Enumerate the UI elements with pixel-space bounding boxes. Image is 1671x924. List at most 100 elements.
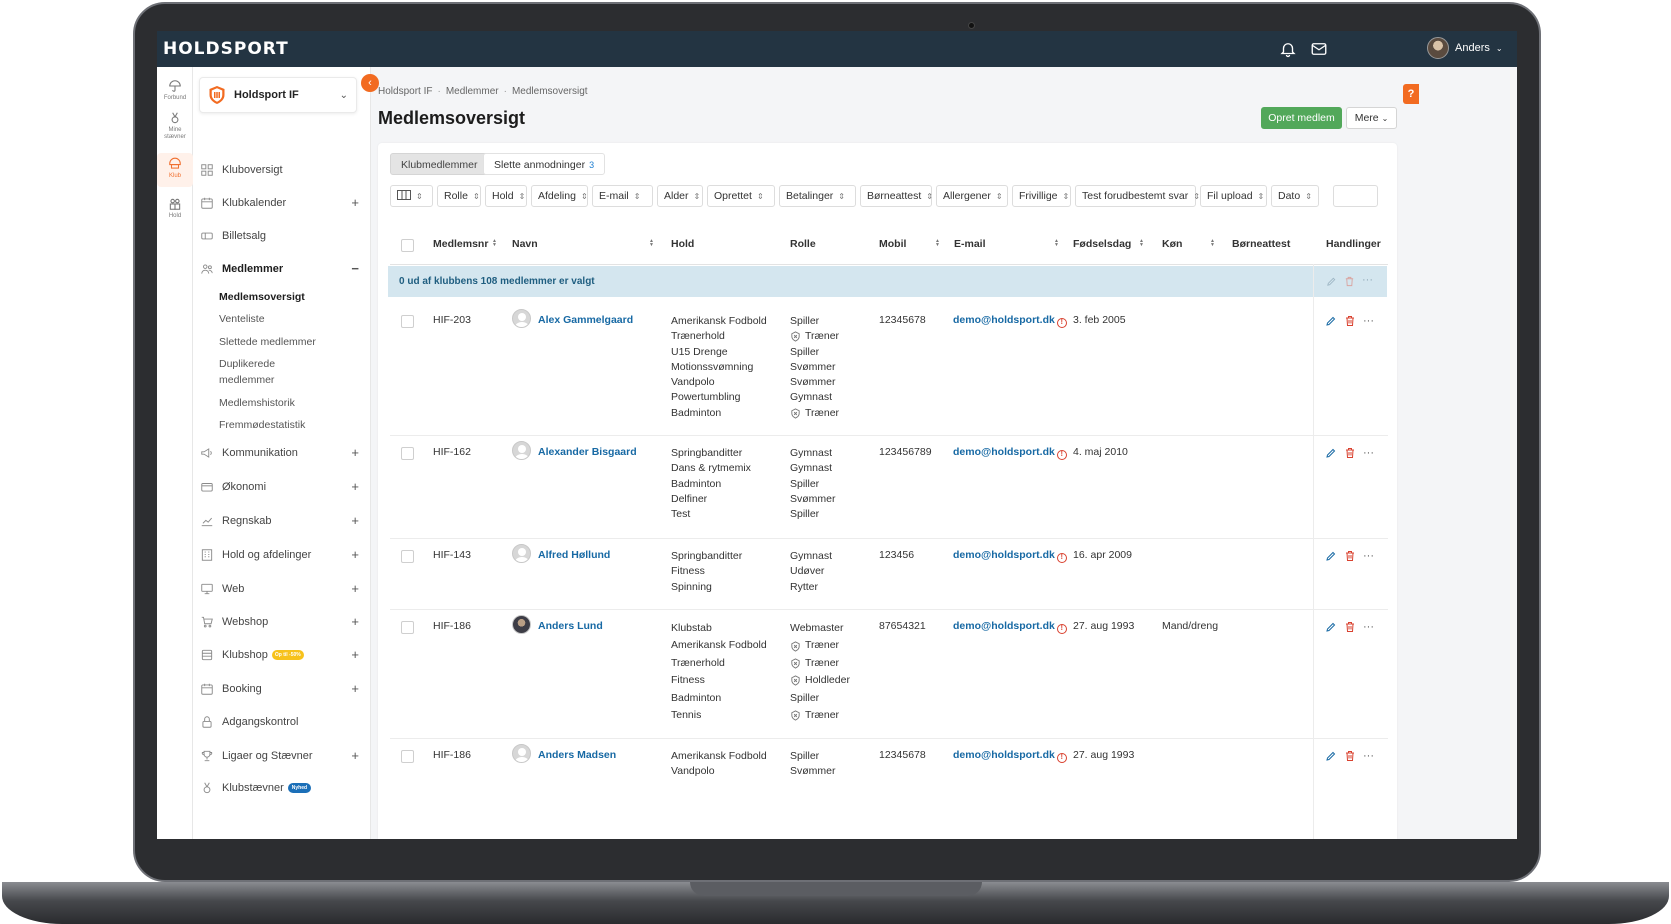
breadcrumb-item[interactable]: Holdsport IF [378,86,432,97]
expand-icon[interactable]: + [351,513,359,528]
email-link[interactable]: demo@holdsport.dk [953,749,1055,761]
member-name-link[interactable]: Alexander Bisgaard [538,446,637,458]
column-header-medlemsnr[interactable]: Medlemsnr [433,238,488,250]
trash-icon[interactable] [1344,750,1356,762]
sidebar-item-hold-og-afdelinger[interactable]: Hold og afdelinger + [193,544,371,566]
sidebar-item-økonomi[interactable]: Økonomi + [193,476,371,498]
rail-item-hold[interactable]: Hold [157,197,193,220]
email-link[interactable]: demo@holdsport.dk [953,620,1055,632]
sidebar-collapse-button[interactable]: ‹ [361,74,379,92]
row-checkbox[interactable] [401,447,414,460]
filter-frivillige[interactable]: Frivillige ⇕ [1012,185,1071,207]
member-email[interactable]: demo@holdsport.dk! [953,314,1067,328]
sub-item-medlemshistorik[interactable]: Medlemshistorik [219,395,295,411]
pencil-icon[interactable] [1325,550,1337,562]
sidebar-item-kluboversigt[interactable]: Kluboversigt [193,159,371,181]
app-logo[interactable]: HOLDSPORT [163,39,289,59]
more-button[interactable]: Mere ⌄ [1346,107,1397,129]
member-email[interactable]: demo@holdsport.dk! [953,749,1067,763]
sort-icon[interactable]: ▲ ▼ [649,239,654,248]
sub-item-duplikerede[interactable]: Duplikerede medlemmer [219,356,275,388]
create-member-button[interactable]: Opret medlem [1261,107,1342,129]
expand-icon[interactable]: + [351,614,359,629]
email-link[interactable]: demo@holdsport.dk [953,446,1055,458]
column-header-hold[interactable]: Hold [671,238,694,250]
more-dots-icon[interactable]: ··· [1363,551,1374,562]
pencil-icon[interactable] [1325,447,1337,459]
row-checkbox[interactable] [401,750,414,763]
sort-icon[interactable]: ▲ ▼ [1054,239,1059,248]
column-header-e-mail[interactable]: E-mail [954,238,986,250]
column-toggle-button[interactable]: ⇕ [390,185,433,207]
more-dots-icon[interactable]: ··· [1363,448,1374,459]
filter-allergener[interactable]: Allergener ⇕ [936,185,1008,207]
column-header-køn[interactable]: Køn [1162,238,1182,250]
member-email[interactable]: demo@holdsport.dk! [953,549,1067,563]
sidebar-item-ligaer-og-stævner[interactable]: Ligaer og Stævner + [193,745,371,767]
sort-icon[interactable]: ▲ ▼ [1210,239,1215,248]
row-checkbox[interactable] [401,621,414,634]
sort-icon[interactable]: ▲ ▼ [1139,239,1144,248]
email-link[interactable]: demo@holdsport.dk [953,549,1055,561]
expand-icon[interactable]: + [351,748,359,763]
filter-e-mail[interactable]: E-mail ⇕ [592,185,653,207]
sidebar-item-klubstævner[interactable]: Klubstævner Nyhed [193,777,371,799]
member-name-link[interactable]: Alex Gammelgaard [538,314,633,326]
sidebar-item-medlemmer[interactable]: Medlemmer − [193,258,371,280]
more-dots-icon[interactable]: ··· [1363,622,1374,633]
column-header-børneattest[interactable]: Børneattest [1232,238,1290,250]
sidebar-item-billetsalg[interactable]: Billetsalg [193,225,371,247]
sub-item-venteliste[interactable]: Venteliste [219,311,265,327]
filter-børneattest[interactable]: Børneattest ⇕ [860,185,933,207]
pencil-icon[interactable] [1325,315,1337,327]
filter-oprettet[interactable]: Oprettet ⇕ [707,185,775,207]
sidebar-item-webshop[interactable]: Webshop + [193,611,371,633]
sidebar-item-klubshop[interactable]: Klubshop Op til -50% + [193,644,371,666]
filter-dato[interactable]: Dato ⇕ [1271,185,1319,207]
member-name-link[interactable]: Anders Lund [538,620,603,632]
sidebar-item-booking[interactable]: Booking + [193,678,371,700]
column-header-handlinger[interactable]: Handlinger [1326,238,1381,250]
sub-item-medlemsoversigt[interactable]: Medlemsoversigt [219,289,305,305]
expand-icon[interactable]: + [351,479,359,494]
email-link[interactable]: demo@holdsport.dk [953,314,1055,326]
sort-icon[interactable]: ▲ ▼ [492,239,497,248]
trash-icon[interactable] [1344,550,1356,562]
filter-alder[interactable]: Alder ⇕ [657,185,703,207]
sidebar-item-adgangskontrol[interactable]: Adgangskontrol [193,711,371,733]
trash-icon[interactable] [1344,447,1356,459]
filter-hold[interactable]: Hold ⇕ [485,185,527,207]
filter-test-forudbestemt-svar[interactable]: Test forudbestemt svar ⇕ [1075,185,1200,207]
filter-betalinger[interactable]: Betalinger ⇕ [779,185,856,207]
expand-icon[interactable]: + [351,547,359,562]
expand-icon[interactable]: + [351,647,359,662]
mail-icon[interactable] [1310,40,1328,58]
pencil-icon[interactable] [1325,750,1337,762]
trash-icon[interactable] [1344,621,1356,633]
sidebar-item-web[interactable]: Web + [193,578,371,600]
sidebar-item-klubkalender[interactable]: Klubkalender + [193,192,371,214]
column-header-mobil[interactable]: Mobil [879,238,906,250]
sub-item-slettede[interactable]: Slettede medlemmer [219,334,316,350]
member-name-link[interactable]: Alfred Høllund [538,549,610,561]
expand-icon[interactable]: + [351,195,359,210]
member-name-link[interactable]: Anders Madsen [538,749,616,761]
column-header-navn[interactable]: Navn [512,238,538,250]
filter-rolle[interactable]: Rolle ⇕ [437,185,481,207]
collapse-icon[interactable]: − [351,261,359,276]
member-email[interactable]: demo@holdsport.dk! [953,446,1067,460]
pencil-icon[interactable] [1325,621,1337,633]
filter-search-input[interactable] [1333,185,1378,207]
expand-icon[interactable]: + [351,581,359,596]
expand-icon[interactable]: + [351,445,359,460]
expand-icon[interactable]: + [351,681,359,696]
trash-icon[interactable] [1344,315,1356,327]
bell-icon[interactable] [1279,40,1297,58]
tab-slette-anmodninger[interactable]: Slette anmodninger 3 [483,153,606,175]
row-checkbox[interactable] [401,550,414,563]
row-checkbox[interactable] [401,315,414,328]
sidebar-item-regnskab[interactable]: Regnskab + [193,510,371,532]
breadcrumb-item[interactable]: Medlemmer [446,86,499,97]
member-email[interactable]: demo@holdsport.dk! [953,620,1067,634]
select-all-checkbox[interactable] [401,239,414,252]
